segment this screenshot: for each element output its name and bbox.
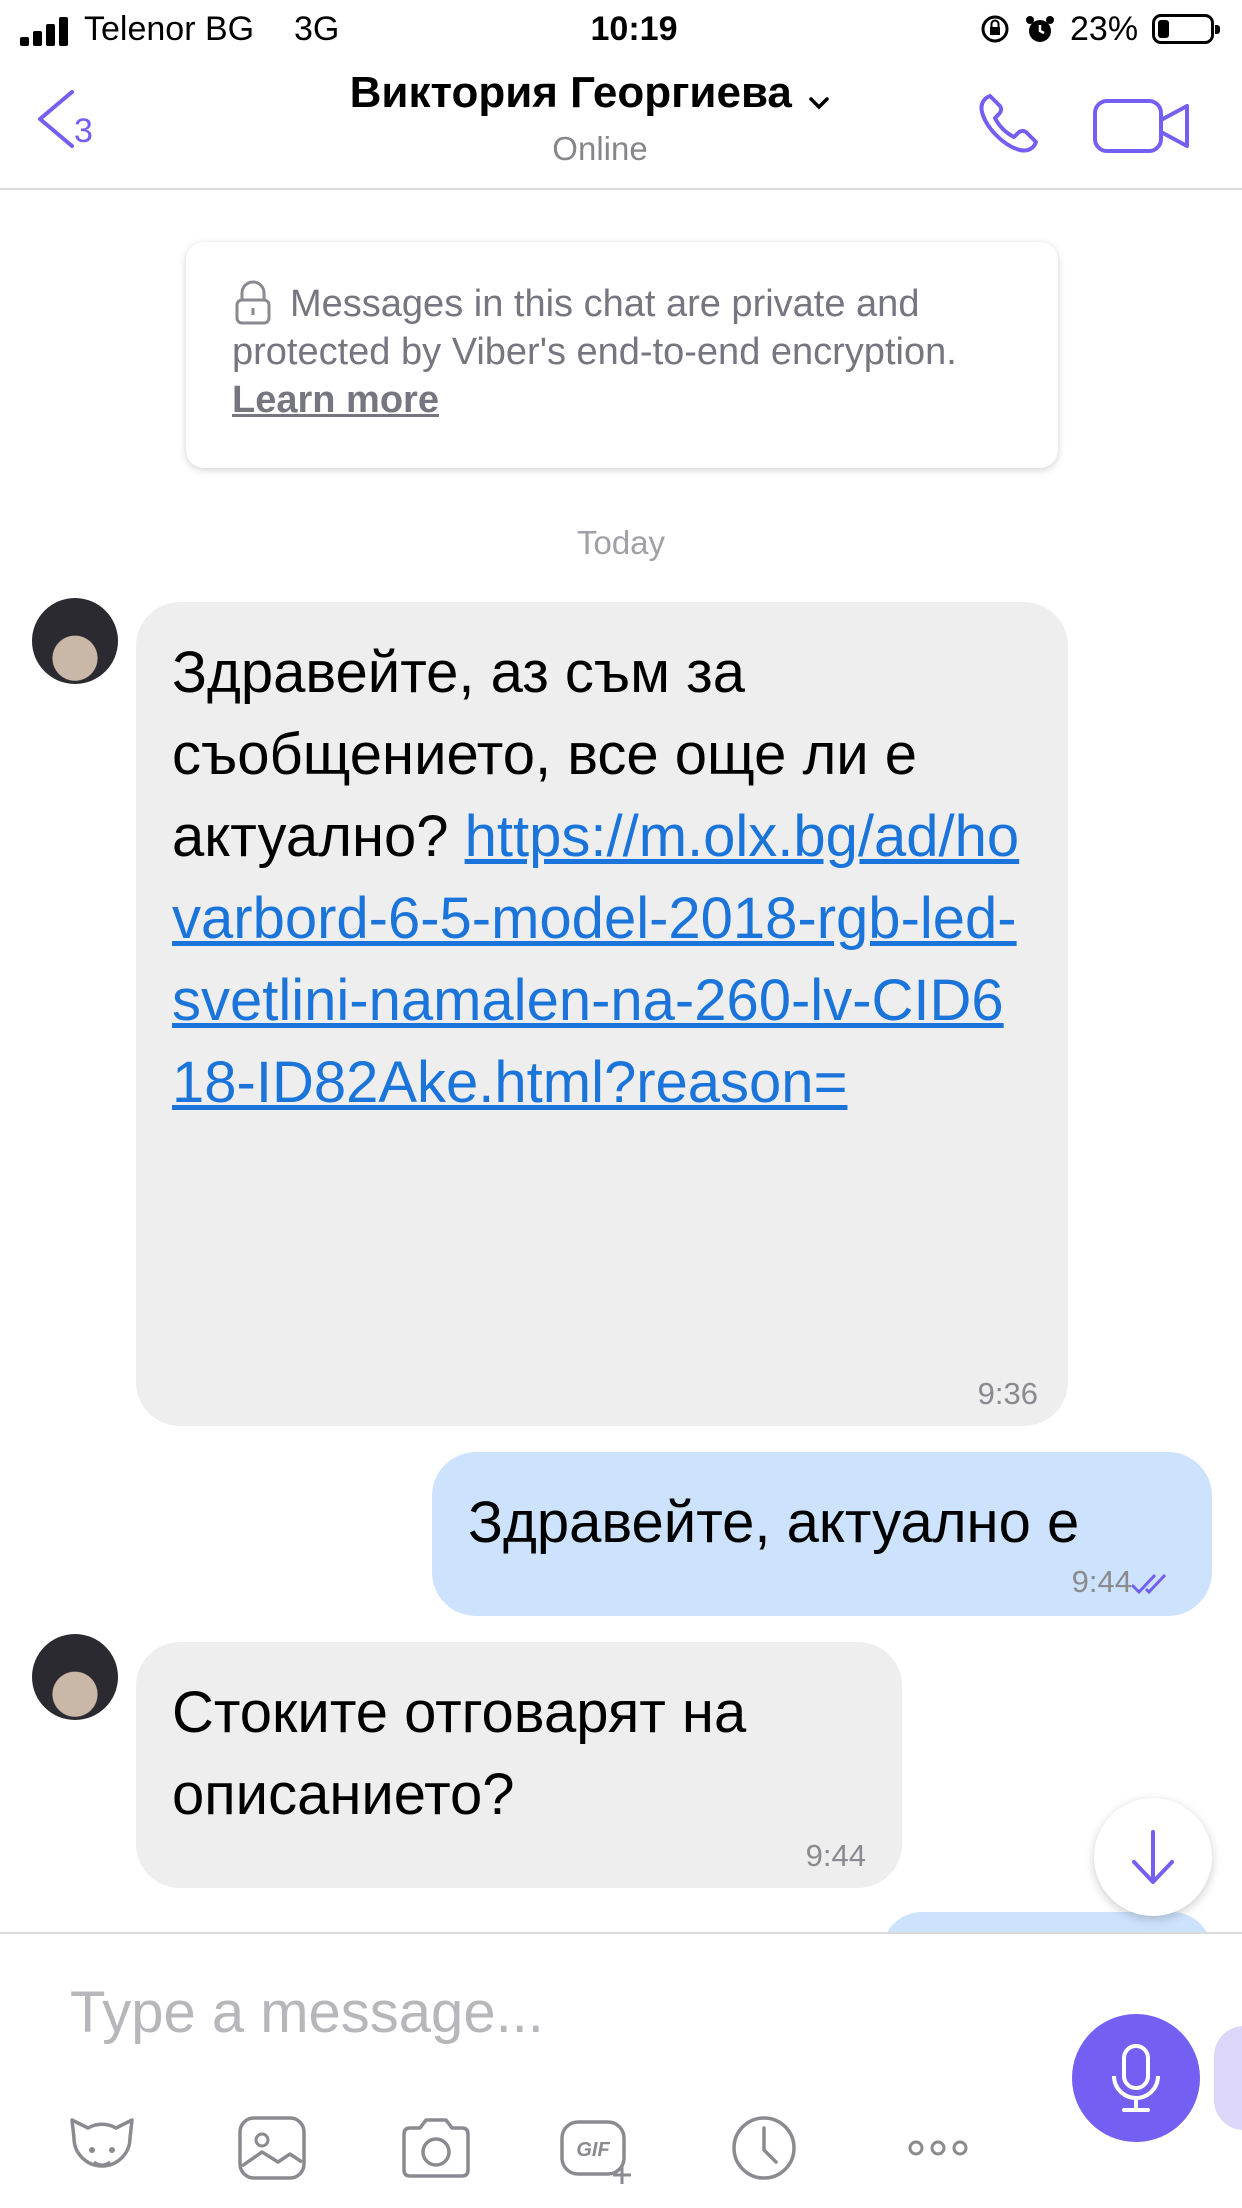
status-bar: Telenor BG 3G 10:19 23% — [0, 0, 1242, 62]
signal-icon — [20, 16, 72, 46]
scroll-to-bottom-button[interactable] — [1094, 1798, 1212, 1916]
outgoing-message[interactable]: Здравейте, актуално е 9:44 — [432, 1452, 1212, 1616]
message-input[interactable] — [70, 1972, 970, 2052]
message-text: Стоките отговарят на описанието? — [172, 1680, 747, 1827]
chat-header: 3 Виктория Георгиева Online — [0, 62, 1242, 190]
contact-title[interactable]: Виктория Георгиева — [260, 68, 920, 118]
avatar[interactable] — [32, 598, 118, 684]
voice-message-button[interactable] — [1072, 2014, 1200, 2142]
gif-icon[interactable]: GIF — [556, 2108, 636, 2188]
lock-icon — [235, 280, 271, 325]
battery-icon — [1152, 14, 1220, 44]
phone-call-icon[interactable] — [976, 90, 1042, 156]
unread-count[interactable]: 3 — [74, 112, 93, 151]
sticker-icon[interactable] — [62, 2108, 142, 2188]
message-composer: GIF — [0, 1932, 1242, 2208]
network-type: 3G — [294, 10, 340, 48]
more-icon[interactable] — [898, 2108, 978, 2188]
alarm-icon — [1026, 16, 1054, 42]
rotation-lock-icon — [981, 15, 1009, 43]
timer-icon[interactable] — [724, 2108, 804, 2188]
message-time: 9:44 — [805, 1838, 866, 1873]
message-text: Здравейте, актуално е — [468, 1490, 1080, 1555]
incoming-message[interactable]: Здравейте, аз съм за съобщението, все ощ… — [136, 602, 1068, 1426]
encryption-notice: Messages in this chat are private and pr… — [186, 242, 1058, 468]
svg-text:GIF: GIF — [576, 2139, 610, 2161]
incoming-message[interactable]: Стоките отговарят на описанието? 9:44 — [136, 1642, 902, 1888]
camera-icon[interactable] — [396, 2108, 476, 2188]
learn-more-link[interactable]: Learn more — [232, 379, 439, 421]
read-receipt-icon — [1130, 1573, 1167, 1595]
status-time: 10:19 — [590, 10, 678, 48]
video-call-icon[interactable] — [1092, 98, 1192, 154]
contact-status: Online — [552, 130, 648, 167]
battery-percent: 23% — [1070, 10, 1139, 48]
arrow-down-icon — [1132, 1830, 1174, 1884]
microphone-icon — [1112, 2044, 1160, 2112]
side-action-button[interactable] — [1214, 2026, 1242, 2130]
message-time: 9:36 — [977, 1376, 1038, 1411]
message-time: 9:44 — [1071, 1564, 1132, 1599]
carrier-name: Telenor BG — [84, 10, 255, 48]
contact-name[interactable]: Виктория Георгиева — [350, 68, 792, 117]
chevron-down-icon[interactable] — [808, 96, 830, 110]
notice-text: Messages in this chat are private and pr… — [232, 283, 957, 373]
avatar[interactable] — [32, 1634, 118, 1720]
gallery-icon[interactable] — [232, 2108, 312, 2188]
date-separator: Today — [576, 524, 666, 561]
